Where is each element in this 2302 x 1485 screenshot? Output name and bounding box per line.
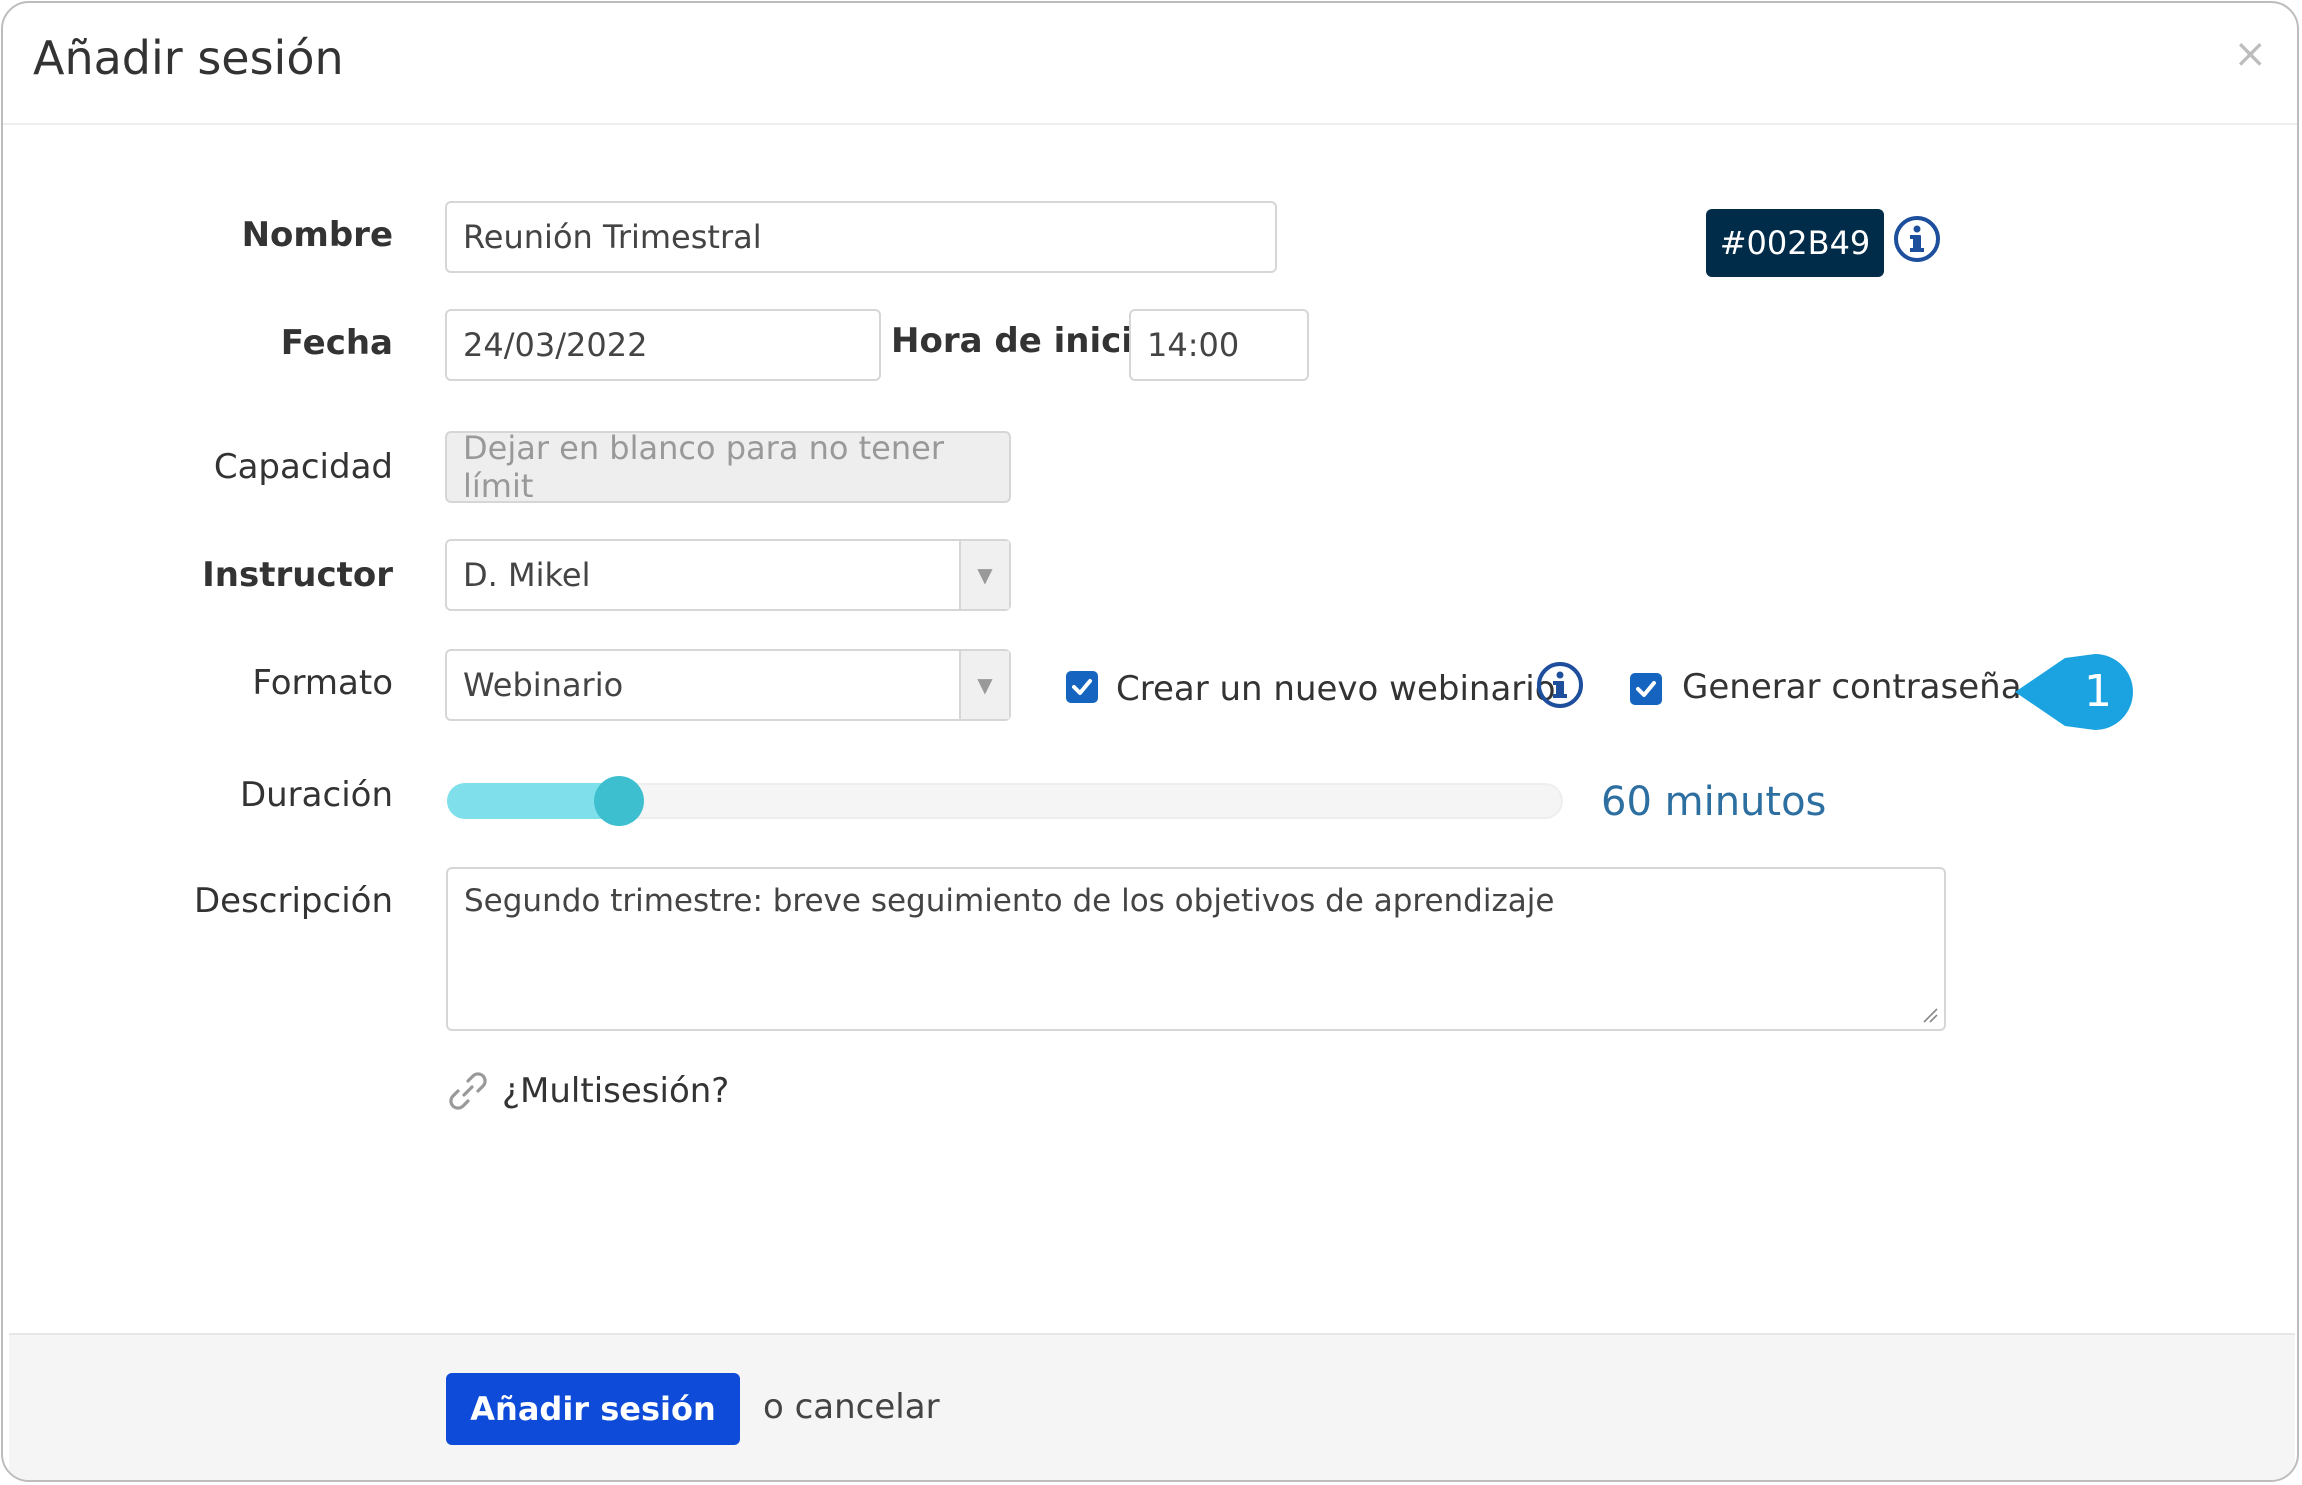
description-textarea[interactable]: Segundo trimestre: breve seguimiento de … bbox=[446, 867, 1946, 1031]
name-input[interactable]: Reunión Trimestral bbox=[445, 201, 1277, 273]
description-label: Descripción bbox=[193, 881, 393, 921]
info-icon[interactable] bbox=[1536, 661, 1584, 709]
chevron-down-icon: ▼ bbox=[959, 541, 1009, 609]
date-label: Fecha bbox=[280, 323, 393, 363]
start-time-label: Hora de inicio bbox=[891, 321, 1157, 361]
callout-badge: 1 bbox=[2015, 652, 2135, 732]
format-label: Formato bbox=[252, 663, 393, 703]
name-label: Nombre bbox=[241, 215, 393, 255]
instructor-select[interactable]: D. Mikel ▼ bbox=[445, 539, 1011, 611]
info-icon[interactable] bbox=[1893, 215, 1941, 263]
dialog-header: Añadir sesión × bbox=[3, 3, 2297, 125]
multisession-link[interactable]: ¿Multisesión? bbox=[446, 1069, 729, 1113]
add-session-dialog: Añadir sesión × Nombre Reunión Trimestra… bbox=[1, 1, 2299, 1482]
duration-slider-handle[interactable] bbox=[593, 776, 644, 826]
dialog-footer bbox=[9, 1333, 2295, 1480]
check-icon bbox=[1072, 679, 1092, 695]
start-time-value: 14:00 bbox=[1147, 326, 1240, 364]
callout-number: 1 bbox=[2084, 666, 2112, 717]
instructor-label: Instructor bbox=[202, 555, 393, 595]
date-input[interactable]: 24/03/2022 bbox=[445, 309, 881, 381]
multisession-label: ¿Multisesión? bbox=[502, 1071, 730, 1111]
dialog-title: Añadir sesión bbox=[33, 31, 344, 85]
duration-slider-fill bbox=[447, 783, 619, 819]
resize-handle-icon[interactable] bbox=[1922, 1007, 1938, 1023]
start-time-input[interactable]: 14:00 bbox=[1129, 309, 1309, 381]
create-webinar-label: Crear un nuevo webinario bbox=[1116, 669, 1556, 709]
duration-label: Duración bbox=[239, 775, 393, 815]
capacity-placeholder: Dejar en blanco para no tener límit bbox=[463, 429, 944, 505]
create-webinar-checkbox[interactable] bbox=[1066, 671, 1098, 703]
color-picker-button[interactable]: #002B49 bbox=[1706, 209, 1884, 277]
instructor-selected: D. Mikel bbox=[463, 556, 591, 594]
close-icon[interactable]: × bbox=[2233, 31, 2267, 77]
cancel-link[interactable]: o cancelar bbox=[763, 1387, 940, 1427]
capacity-input[interactable]: Dejar en blanco para no tener límit bbox=[445, 429, 1011, 505]
add-session-button[interactable]: Añadir sesión bbox=[446, 1373, 740, 1445]
name-input-value: Reunión Trimestral bbox=[463, 218, 762, 256]
date-input-value: 24/03/2022 bbox=[463, 326, 648, 364]
check-icon bbox=[1636, 681, 1656, 697]
generate-password-label: Generar contraseña bbox=[1682, 667, 2022, 707]
duration-value: 60 minutos bbox=[1601, 779, 1827, 825]
color-value: #002B49 bbox=[1719, 224, 1871, 262]
format-select[interactable]: Webinario ▼ bbox=[445, 649, 1011, 721]
generate-password-checkbox[interactable] bbox=[1630, 673, 1662, 705]
capacity-label: Capacidad bbox=[213, 447, 393, 487]
description-value: Segundo trimestre: breve seguimiento de … bbox=[464, 883, 1555, 919]
link-icon bbox=[449, 1072, 487, 1110]
chevron-down-icon: ▼ bbox=[959, 651, 1009, 719]
format-selected: Webinario bbox=[463, 666, 624, 704]
